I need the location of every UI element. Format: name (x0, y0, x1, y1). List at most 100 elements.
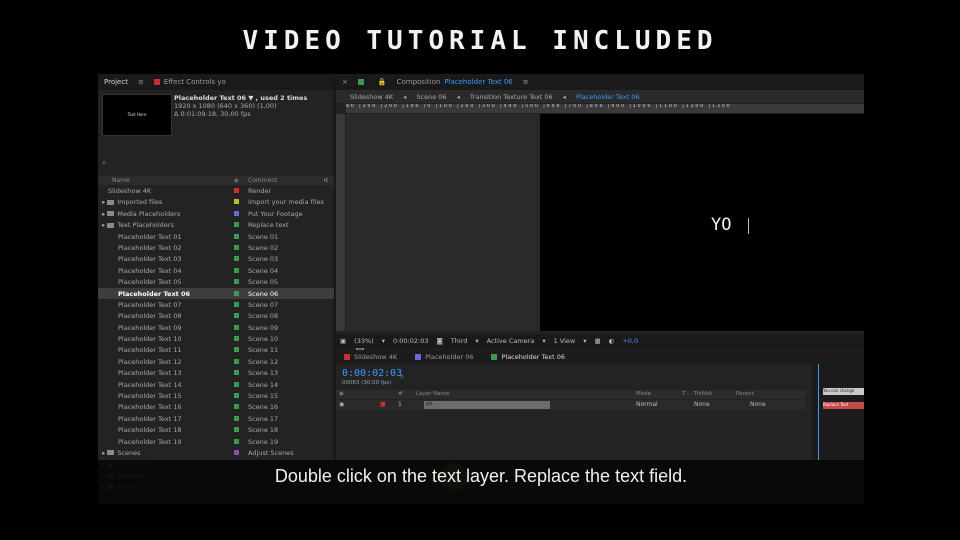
list-item[interactable]: Placeholder Text 14 Scene 14 (98, 379, 364, 390)
label-color-swatch[interactable] (234, 438, 239, 444)
label-color-swatch[interactable] (234, 267, 239, 273)
layer-clip[interactable]: Replace Text (823, 402, 864, 409)
grid-icon[interactable]: ▦ (595, 337, 601, 345)
lock-icon[interactable]: 🔒 (378, 78, 387, 86)
layer-name-field[interactable]: yo (424, 401, 550, 409)
list-item[interactable]: Placeholder Text 07 Scene 07 (98, 299, 364, 310)
label-color-swatch[interactable] (234, 449, 239, 455)
col-mode[interactable]: Mode (636, 391, 651, 397)
list-item[interactable]: Placeholder Text 15 Scene 15 (98, 390, 364, 401)
list-item[interactable]: ▸ Scenes Adjust Scenes (98, 447, 334, 458)
list-item[interactable]: ▸ Imported files Import your media files (98, 196, 334, 207)
label-color-swatch[interactable] (234, 415, 239, 421)
monitor-icon[interactable]: ▣ (340, 337, 346, 345)
camera-select[interactable]: Active Camera (487, 337, 535, 345)
col-name[interactable]: Name (112, 177, 130, 184)
list-item[interactable]: Placeholder Text 03 Scene 03 (98, 253, 364, 264)
label-color-swatch[interactable] (234, 244, 239, 250)
list-item[interactable]: Placeholder Text 12 Scene 12 (98, 356, 364, 367)
label-color-swatch[interactable] (234, 358, 239, 364)
label-color-swatch[interactable] (234, 290, 239, 296)
comp-breadcrumb-tab[interactable]: Placeholder Text 06 (576, 93, 640, 101)
comp-breadcrumb-tab[interactable]: Transition Texture Text 06 (470, 93, 553, 101)
label-color-swatch[interactable] (234, 324, 239, 330)
list-item[interactable]: Placeholder Text 13 Scene 13 (98, 367, 364, 378)
list-item[interactable]: ▸ Media Placeholders Put Your Footage (98, 208, 334, 219)
label-color-swatch[interactable] (234, 256, 239, 262)
list-item[interactable]: Placeholder Text 05 Scene 05 (98, 276, 364, 287)
list-item[interactable]: Slideshow 4K Render (98, 185, 354, 196)
expand-triangle-icon[interactable]: ▸ (102, 449, 105, 457)
canvas-text[interactable]: YO (711, 215, 731, 235)
exposure-icon[interactable]: ◐ (609, 337, 615, 345)
list-item[interactable]: Placeholder Text 08 Scene 08 (98, 310, 364, 321)
expand-triangle-icon[interactable]: ▸ (102, 221, 105, 229)
layer-row[interactable]: ◉ ■ 1 yo Normal None None (336, 400, 806, 410)
eye-icon[interactable]: ◉ (339, 401, 344, 408)
label-color-swatch[interactable] (234, 210, 239, 216)
label-color-swatch[interactable] (234, 336, 239, 342)
label-color-swatch[interactable] (234, 427, 239, 433)
col-t[interactable]: T (682, 391, 685, 397)
label-color-swatch[interactable] (234, 233, 239, 239)
views-select[interactable]: 1 View (554, 337, 576, 345)
list-item[interactable]: Placeholder Text 04 Scene 04 (98, 265, 364, 276)
eye-icon[interactable]: ◉ (339, 391, 344, 397)
col-parent[interactable]: Parent (736, 391, 754, 397)
tab-timeline[interactable]: Placeholder Text 06 (491, 353, 565, 361)
label-color-swatch[interactable] (234, 393, 239, 399)
list-item[interactable]: Placeholder Text 18 Scene 18 (98, 424, 364, 435)
timeline-search-input[interactable]: ⌕ (400, 372, 404, 382)
comp-breadcrumb-tab[interactable]: Slideshow 4K (350, 93, 393, 101)
col-layer-name[interactable]: Layer Name (416, 391, 449, 397)
flowchart-icon[interactable]: ⑆ (324, 177, 328, 184)
list-item[interactable]: Placeholder Text 11 Scene 11 (98, 344, 364, 355)
expand-triangle-icon[interactable]: ▸ (102, 198, 105, 206)
list-item[interactable]: Placeholder Text 16 Scene 16 (98, 401, 364, 412)
list-item-label: Slideshow 4K (108, 187, 354, 195)
viewer-timecode[interactable]: 0:00:02:03 (393, 337, 429, 345)
zoom-select[interactable]: (33%) (354, 337, 374, 345)
label-color-swatch[interactable] (234, 381, 239, 387)
list-item[interactable]: ▸ Text Placeholders Replace text (98, 219, 334, 230)
tab-timeline[interactable]: Placeholder 06 (415, 353, 473, 361)
label-color-swatch[interactable] (234, 313, 239, 319)
resolution-select[interactable]: Third (451, 337, 468, 345)
layer-parent-select[interactable]: None (750, 401, 766, 408)
label-square-icon[interactable]: ■ (380, 401, 386, 408)
col-trkmat[interactable]: TrkMat (694, 391, 712, 397)
list-item[interactable]: Placeholder Text 19 Scene 19 (98, 436, 364, 447)
layer-mode-select[interactable]: Normal (636, 401, 658, 408)
list-item[interactable]: Placeholder Text 06 Scene 06 (98, 287, 364, 299)
close-icon[interactable]: × (342, 78, 348, 86)
label-color-swatch[interactable] (234, 279, 239, 285)
label-color-swatch[interactable] (234, 199, 239, 205)
tab-effect-controls[interactable]: Effect Controls yo (153, 78, 226, 86)
list-item[interactable]: Placeholder Text 09 Scene 09 (98, 322, 364, 333)
comp-breadcrumb-tab[interactable]: Scene 06 (416, 93, 446, 101)
label-color-swatch[interactable] (234, 347, 239, 353)
expand-triangle-icon[interactable]: ▸ (102, 210, 105, 218)
label-color-swatch[interactable] (234, 301, 239, 307)
composition-name[interactable]: Placeholder Text 06 (444, 78, 512, 86)
menu-icon[interactable]: ≡ (523, 78, 529, 86)
label-color-swatch[interactable] (234, 222, 239, 228)
layer-trkmat-select[interactable]: None (694, 401, 710, 408)
exposure-value[interactable]: +0,0 (622, 337, 638, 345)
label-color-swatch[interactable] (234, 188, 239, 193)
track-clip[interactable]: You can change (823, 388, 864, 395)
col-comment[interactable]: Comment (248, 177, 277, 184)
camera-icon[interactable]: ◙ (436, 337, 442, 345)
label-color-swatch[interactable] (234, 370, 239, 376)
list-item[interactable]: Placeholder Text 17 Scene 17 (98, 413, 364, 424)
list-item[interactable]: Placeholder Text 10 Scene 10 (98, 333, 364, 344)
comp-canvas[interactable]: YO (540, 114, 864, 331)
label-color-swatch[interactable] (234, 404, 239, 410)
list-item[interactable]: Placeholder Text 01 Scene 01 (98, 231, 364, 242)
menu-icon[interactable]: ≡ (138, 78, 144, 86)
list-item[interactable]: Placeholder Text 02 Scene 02 (98, 242, 364, 253)
timeline-timecode[interactable]: 0:00:02:03 (342, 368, 402, 379)
tab-project[interactable]: Project (104, 78, 128, 86)
tab-timeline[interactable]: Slideshow 4K (344, 353, 397, 361)
project-search-input[interactable]: ⌕ (102, 158, 327, 168)
